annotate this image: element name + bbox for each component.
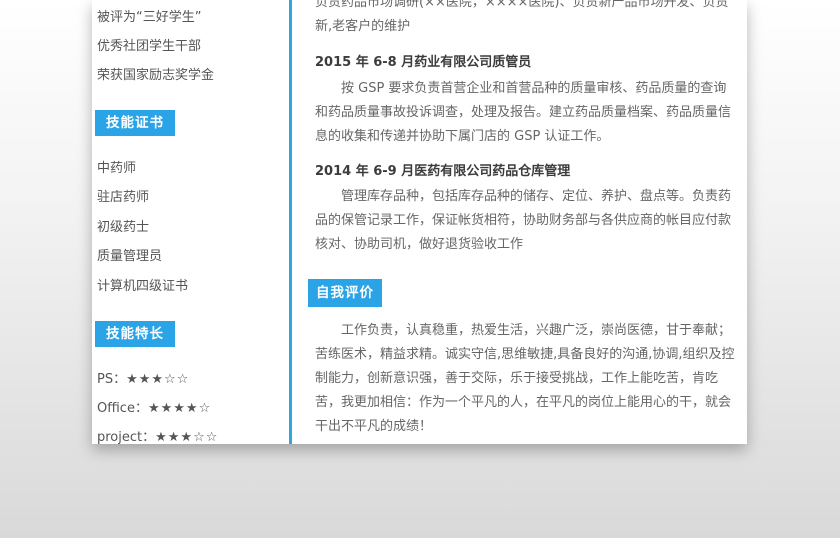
skill-item: project：★★★☆☆ — [97, 426, 218, 444]
skills-section-header: 技能特长 — [95, 321, 175, 347]
skill-label: Office： — [97, 401, 148, 416]
skill-item: PS：★★★☆☆ — [97, 368, 189, 387]
skill-rating: ★★★★☆ — [147, 401, 212, 416]
resume-sheet: 被评为“三好学生” 优秀社团学生干部 荣获国家励志奖学金 技能证书 中药师 驻店… — [92, 0, 747, 444]
cert-item: 驻店药师 — [97, 190, 150, 205]
job-title: 2014 年 6-9 月医药有限公司药品仓库管理 — [315, 164, 571, 179]
cert-item: 质量管理员 — [97, 249, 163, 264]
self-eval-text: 工作负责，认真稳重，热爱生活，兴趣广泛，崇尚医德，甘于奉献；苦练医术，精益求精。… — [315, 323, 735, 434]
skill-rating: ★★★☆☆ — [155, 430, 219, 444]
self-eval-section-header: 自我评价 — [308, 279, 382, 307]
job-title: 2015 年 6-8 月药业有限公司质管员 — [315, 55, 532, 70]
job-description: 管理库存品种，包括库存品种的储存、定位、养护、盘点等。负责药品的保管记录工作，保… — [315, 189, 732, 252]
job-description: 负责药品市场调研(××医院，××××医院)、负责新产品市场开发、负责新,老客户的… — [315, 0, 729, 34]
cert-item: 中药师 — [97, 161, 137, 176]
skill-item: Office：★★★★☆ — [97, 397, 211, 416]
skill-label: PS： — [97, 372, 127, 387]
cert-item: 计算机四级证书 — [97, 279, 189, 294]
job-description: 按 GSP 要求负责首营企业和首营品种的质量审核、药品质量的查询和药品质量事故投… — [315, 81, 732, 144]
skill-rating: ★★★☆☆ — [126, 372, 190, 387]
honor-item: 荣获国家励志奖学金 — [97, 68, 215, 83]
honor-item: 被评为“三好学生” — [97, 10, 202, 25]
certs-section-header: 技能证书 — [95, 110, 175, 136]
cert-item: 初级药士 — [97, 220, 150, 235]
main-content: 负责药品市场调研(××医院，××××医院)、负责新产品市场开发、负责新,老客户的… — [292, 0, 747, 444]
honor-item: 优秀社团学生干部 — [97, 39, 202, 54]
skill-label: project： — [97, 430, 156, 444]
sidebar: 被评为“三好学生” 优秀社团学生干部 荣获国家励志奖学金 技能证书 中药师 驻店… — [92, 0, 289, 444]
